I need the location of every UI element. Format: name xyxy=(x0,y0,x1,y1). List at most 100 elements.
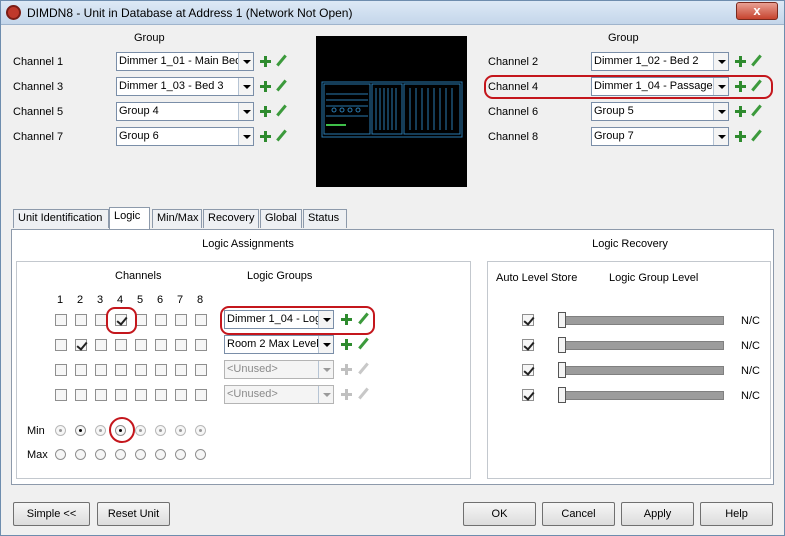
help-button[interactable]: Help xyxy=(700,502,773,526)
chevron-down-icon[interactable] xyxy=(713,53,728,70)
edit-pencil-icon[interactable] xyxy=(275,130,287,142)
add-icon[interactable] xyxy=(735,56,746,67)
add-icon[interactable] xyxy=(341,389,352,400)
edit-pencil-icon[interactable] xyxy=(750,130,762,142)
edit-pencil-icon[interactable] xyxy=(750,55,762,67)
edit-pencil-icon[interactable] xyxy=(357,338,369,350)
max-radio-6[interactable] xyxy=(155,449,166,460)
min-radio-5[interactable] xyxy=(135,425,146,436)
slider-thumb[interactable] xyxy=(558,362,566,378)
reset-unit-button[interactable]: Reset Unit xyxy=(97,502,170,526)
channel-1-group-select[interactable]: Dimmer 1_01 - Main Bed xyxy=(116,52,254,71)
row-3-channel-8-checkbox[interactable] xyxy=(195,364,207,376)
tab-global[interactable]: Global xyxy=(260,209,302,228)
row-1-channel-1-checkbox[interactable] xyxy=(55,314,67,326)
chevron-down-icon[interactable] xyxy=(713,103,728,120)
row-3-channel-7-checkbox[interactable] xyxy=(175,364,187,376)
logic-group-select-2[interactable]: Room 2 Max Level xyxy=(224,335,334,354)
row-4-channel-7-checkbox[interactable] xyxy=(175,389,187,401)
channel-7-group-select[interactable]: Group 6 xyxy=(116,127,254,146)
row-4-channel-1-checkbox[interactable] xyxy=(55,389,67,401)
chevron-down-icon[interactable] xyxy=(318,336,333,353)
row-3-channel-5-checkbox[interactable] xyxy=(135,364,147,376)
edit-pencil-icon[interactable] xyxy=(275,80,287,92)
row-4-channel-2-checkbox[interactable] xyxy=(75,389,87,401)
add-icon[interactable] xyxy=(260,106,271,117)
row-2-channel-8-checkbox[interactable] xyxy=(195,339,207,351)
tab-unit-identification[interactable]: Unit Identification xyxy=(13,209,109,228)
title-bar[interactable]: DIMDN8 - Unit in Database at Address 1 (… xyxy=(1,1,784,25)
max-radio-3[interactable] xyxy=(95,449,106,460)
slider-thumb[interactable] xyxy=(558,387,566,403)
row-4-channel-6-checkbox[interactable] xyxy=(155,389,167,401)
logic-group-level-slider-3[interactable] xyxy=(560,366,724,375)
row-3-channel-1-checkbox[interactable] xyxy=(55,364,67,376)
min-radio-3[interactable] xyxy=(95,425,106,436)
chevron-down-icon[interactable] xyxy=(238,128,253,145)
tab-logic[interactable]: Logic xyxy=(109,207,150,229)
min-radio-2[interactable] xyxy=(75,425,86,436)
logic-group-level-slider-2[interactable] xyxy=(560,341,724,350)
chevron-down-icon[interactable] xyxy=(713,128,728,145)
tab-status[interactable]: Status xyxy=(303,209,347,228)
row-2-channel-3-checkbox[interactable] xyxy=(95,339,107,351)
row-1-channel-7-checkbox[interactable] xyxy=(175,314,187,326)
row-2-channel-2-checkbox[interactable] xyxy=(75,339,87,351)
chevron-down-icon[interactable] xyxy=(318,361,333,378)
max-radio-2[interactable] xyxy=(75,449,86,460)
channel-2-group-select[interactable]: Dimmer 1_02 - Bed 2 xyxy=(591,52,729,71)
auto-level-store-checkbox-4[interactable] xyxy=(522,389,534,401)
chevron-down-icon[interactable] xyxy=(318,386,333,403)
channel-8-group-select[interactable]: Group 7 xyxy=(591,127,729,146)
min-radio-7[interactable] xyxy=(175,425,186,436)
add-icon[interactable] xyxy=(260,81,271,92)
add-icon[interactable] xyxy=(735,106,746,117)
row-2-channel-5-checkbox[interactable] xyxy=(135,339,147,351)
edit-pencil-icon[interactable] xyxy=(275,105,287,117)
ok-button[interactable]: OK xyxy=(463,502,536,526)
edit-pencil-icon[interactable] xyxy=(750,105,762,117)
add-icon[interactable] xyxy=(735,131,746,142)
channel-6-group-select[interactable]: Group 5 xyxy=(591,102,729,121)
row-3-channel-6-checkbox[interactable] xyxy=(155,364,167,376)
max-radio-8[interactable] xyxy=(195,449,206,460)
max-radio-7[interactable] xyxy=(175,449,186,460)
logic-group-select-4[interactable]: <Unused> xyxy=(224,385,334,404)
auto-level-store-checkbox-3[interactable] xyxy=(522,364,534,376)
channel-5-group-select[interactable]: Group 4 xyxy=(116,102,254,121)
apply-button[interactable]: Apply xyxy=(621,502,694,526)
chevron-down-icon[interactable] xyxy=(238,103,253,120)
row-4-channel-5-checkbox[interactable] xyxy=(135,389,147,401)
chevron-down-icon[interactable] xyxy=(238,53,253,70)
row-2-channel-6-checkbox[interactable] xyxy=(155,339,167,351)
row-4-channel-4-checkbox[interactable] xyxy=(115,389,127,401)
row-4-channel-3-checkbox[interactable] xyxy=(95,389,107,401)
row-4-channel-8-checkbox[interactable] xyxy=(195,389,207,401)
logic-group-level-slider-1[interactable] xyxy=(560,316,724,325)
edit-pencil-icon[interactable] xyxy=(275,55,287,67)
slider-thumb[interactable] xyxy=(558,337,566,353)
slider-thumb[interactable] xyxy=(558,312,566,328)
channel-3-group-select[interactable]: Dimmer 1_03 - Bed 3 xyxy=(116,77,254,96)
tab-recovery[interactable]: Recovery xyxy=(203,209,259,228)
min-radio-8[interactable] xyxy=(195,425,206,436)
max-radio-4[interactable] xyxy=(115,449,126,460)
row-3-channel-3-checkbox[interactable] xyxy=(95,364,107,376)
add-icon[interactable] xyxy=(260,56,271,67)
max-radio-5[interactable] xyxy=(135,449,146,460)
row-1-channel-2-checkbox[interactable] xyxy=(75,314,87,326)
add-icon[interactable] xyxy=(341,339,352,350)
add-icon[interactable] xyxy=(260,131,271,142)
max-radio-1[interactable] xyxy=(55,449,66,460)
simple-button[interactable]: Simple << xyxy=(13,502,90,526)
edit-pencil-icon[interactable] xyxy=(357,363,369,375)
close-button[interactable]: x xyxy=(736,2,778,20)
tab-min-max[interactable]: Min/Max xyxy=(152,209,202,228)
row-1-channel-8-checkbox[interactable] xyxy=(195,314,207,326)
row-3-channel-2-checkbox[interactable] xyxy=(75,364,87,376)
row-1-channel-6-checkbox[interactable] xyxy=(155,314,167,326)
row-2-channel-7-checkbox[interactable] xyxy=(175,339,187,351)
row-2-channel-1-checkbox[interactable] xyxy=(55,339,67,351)
min-radio-1[interactable] xyxy=(55,425,66,436)
row-3-channel-4-checkbox[interactable] xyxy=(115,364,127,376)
